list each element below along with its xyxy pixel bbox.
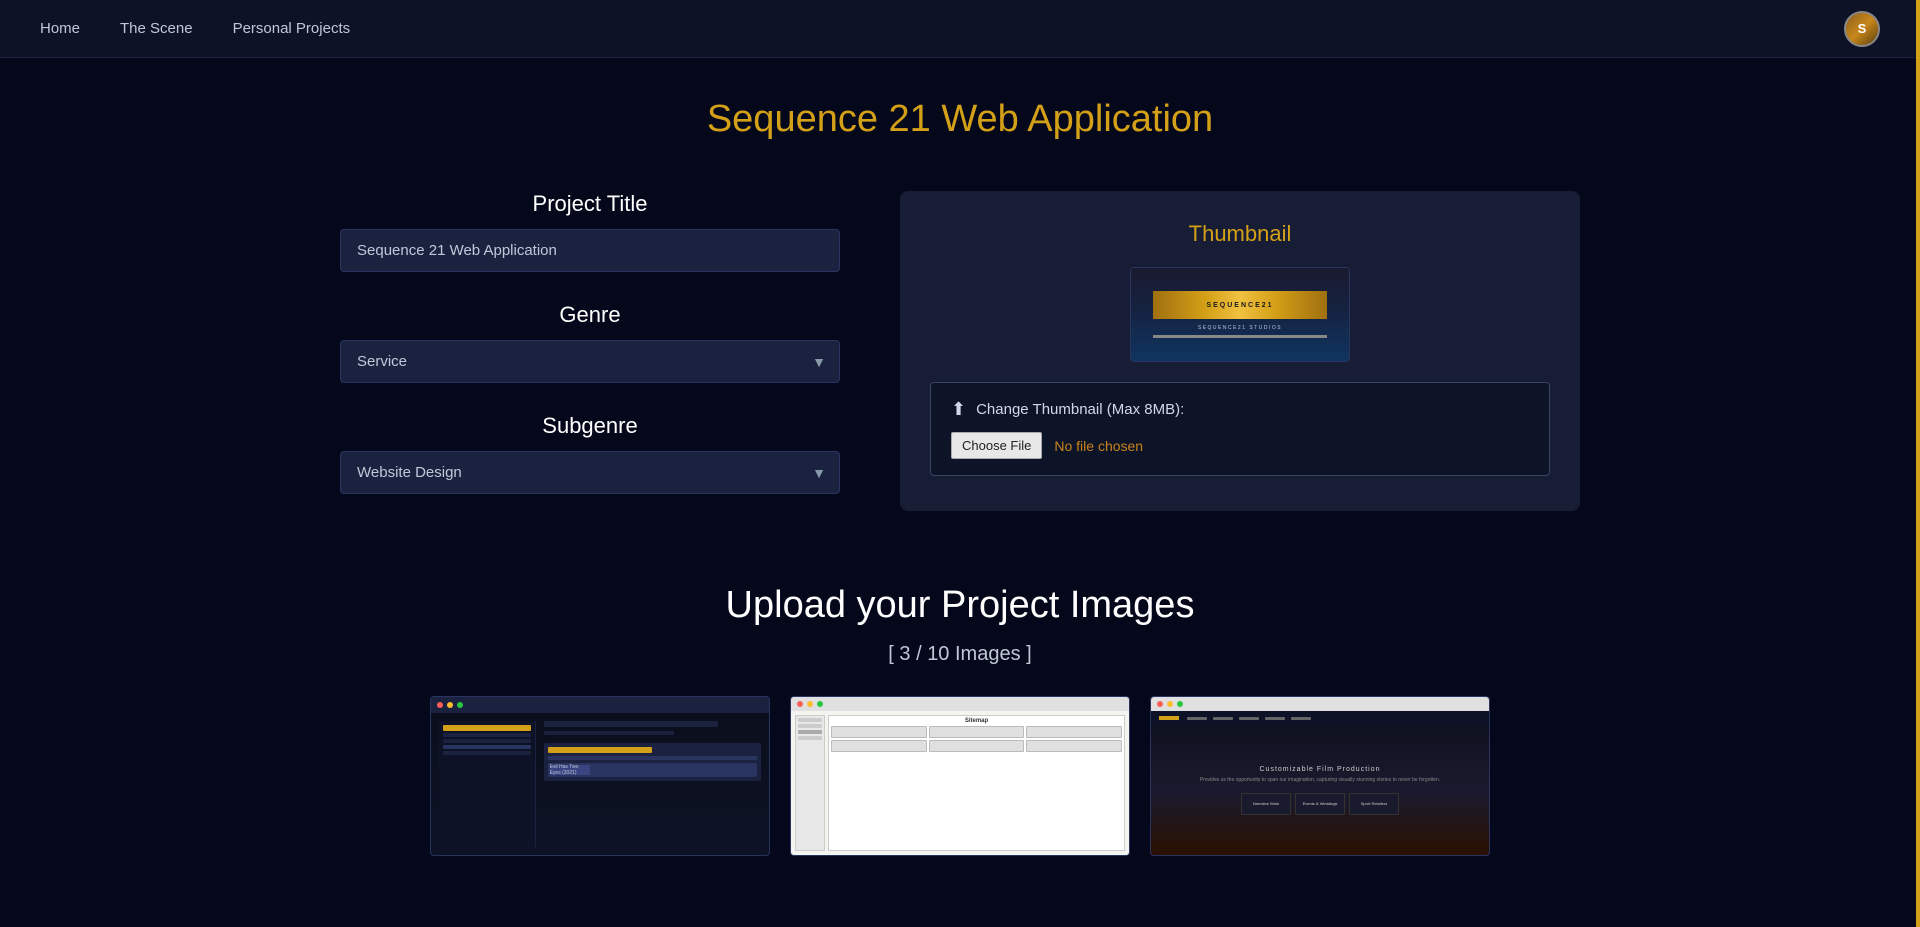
- project-image-3[interactable]: Customizable Film Production Provides us…: [1150, 696, 1490, 856]
- change-thumbnail-box: ⬆ Change Thumbnail (Max 8MB): Choose Fil…: [930, 382, 1550, 476]
- thumbnail-section: Thumbnail SEQUENCE21 SEQUENCE21 STUDIOS …: [900, 191, 1580, 511]
- change-thumb-label: ⬆ Change Thumbnail (Max 8MB):: [951, 399, 1529, 420]
- upload-section: Upload your Project Images [ 3 / 10 Imag…: [340, 584, 1580, 666]
- thumbnail-title: Thumbnail: [930, 221, 1550, 247]
- change-thumb-text: Change Thumbnail (Max 8MB):: [976, 401, 1184, 418]
- nav-scene[interactable]: The Scene: [120, 16, 193, 41]
- genre-select[interactable]: Service Film Photography Music Art Other: [340, 340, 840, 383]
- upload-icon: ⬆: [951, 399, 966, 420]
- no-file-text: No file chosen: [1054, 438, 1143, 454]
- nav-links: Home The Scene Personal Projects: [40, 16, 350, 41]
- project-image-1[interactable]: Evil Has Two Eyes (2021): [430, 696, 770, 856]
- thumb-logo-text: SEQUENCE21: [1206, 302, 1273, 309]
- screenshot-sim-3: Customizable Film Production Provides us…: [1151, 697, 1489, 855]
- main-content: Sequence 21 Web Application Project Titl…: [260, 58, 1660, 896]
- screenshot-sim-1: Evil Has Two Eyes (2021): [431, 697, 769, 855]
- genre-select-wrapper: Service Film Photography Music Art Other…: [340, 340, 840, 383]
- genre-group: Genre Service Film Photography Music Art…: [340, 302, 840, 383]
- screenshot-sim-2: Sitemap: [791, 697, 1129, 855]
- form-thumbnail-layout: Project Title Genre Service Film Photogr…: [340, 191, 1580, 524]
- accent-line: [1916, 0, 1920, 927]
- thumbnail-preview: SEQUENCE21 SEQUENCE21 STUDIOS: [930, 267, 1550, 362]
- file-input-row: Choose File No file chosen: [951, 432, 1529, 459]
- project-form: Project Title Genre Service Film Photogr…: [340, 191, 840, 524]
- project-title-group: Project Title: [340, 191, 840, 272]
- page-title: Sequence 21 Web Application: [340, 98, 1580, 141]
- subgenre-select[interactable]: Website Design Web App Mobile App Other: [340, 451, 840, 494]
- navigation: Home The Scene Personal Projects S: [0, 0, 1920, 58]
- thumbnail-image: SEQUENCE21 SEQUENCE21 STUDIOS: [1130, 267, 1350, 362]
- image-grid: Evil Has Two Eyes (2021): [340, 696, 1580, 856]
- subgenre-select-wrapper: Website Design Web App Mobile App Other …: [340, 451, 840, 494]
- nav-home[interactable]: Home: [40, 16, 80, 41]
- nav-projects[interactable]: Personal Projects: [233, 16, 351, 41]
- subgenre-group: Subgenre Website Design Web App Mobile A…: [340, 413, 840, 494]
- genre-label: Genre: [340, 302, 840, 328]
- image-count: [ 3 / 10 Images ]: [340, 643, 1580, 666]
- project-image-2[interactable]: Sitemap: [790, 696, 1130, 856]
- choose-file-button[interactable]: Choose File: [951, 432, 1042, 459]
- upload-title: Upload your Project Images: [340, 584, 1580, 627]
- subgenre-label: Subgenre: [340, 413, 840, 439]
- avatar[interactable]: S: [1844, 11, 1880, 47]
- project-title-label: Project Title: [340, 191, 840, 217]
- project-title-input[interactable]: [340, 229, 840, 272]
- thumb-studio-text: SEQUENCE21 STUDIOS: [1198, 325, 1282, 331]
